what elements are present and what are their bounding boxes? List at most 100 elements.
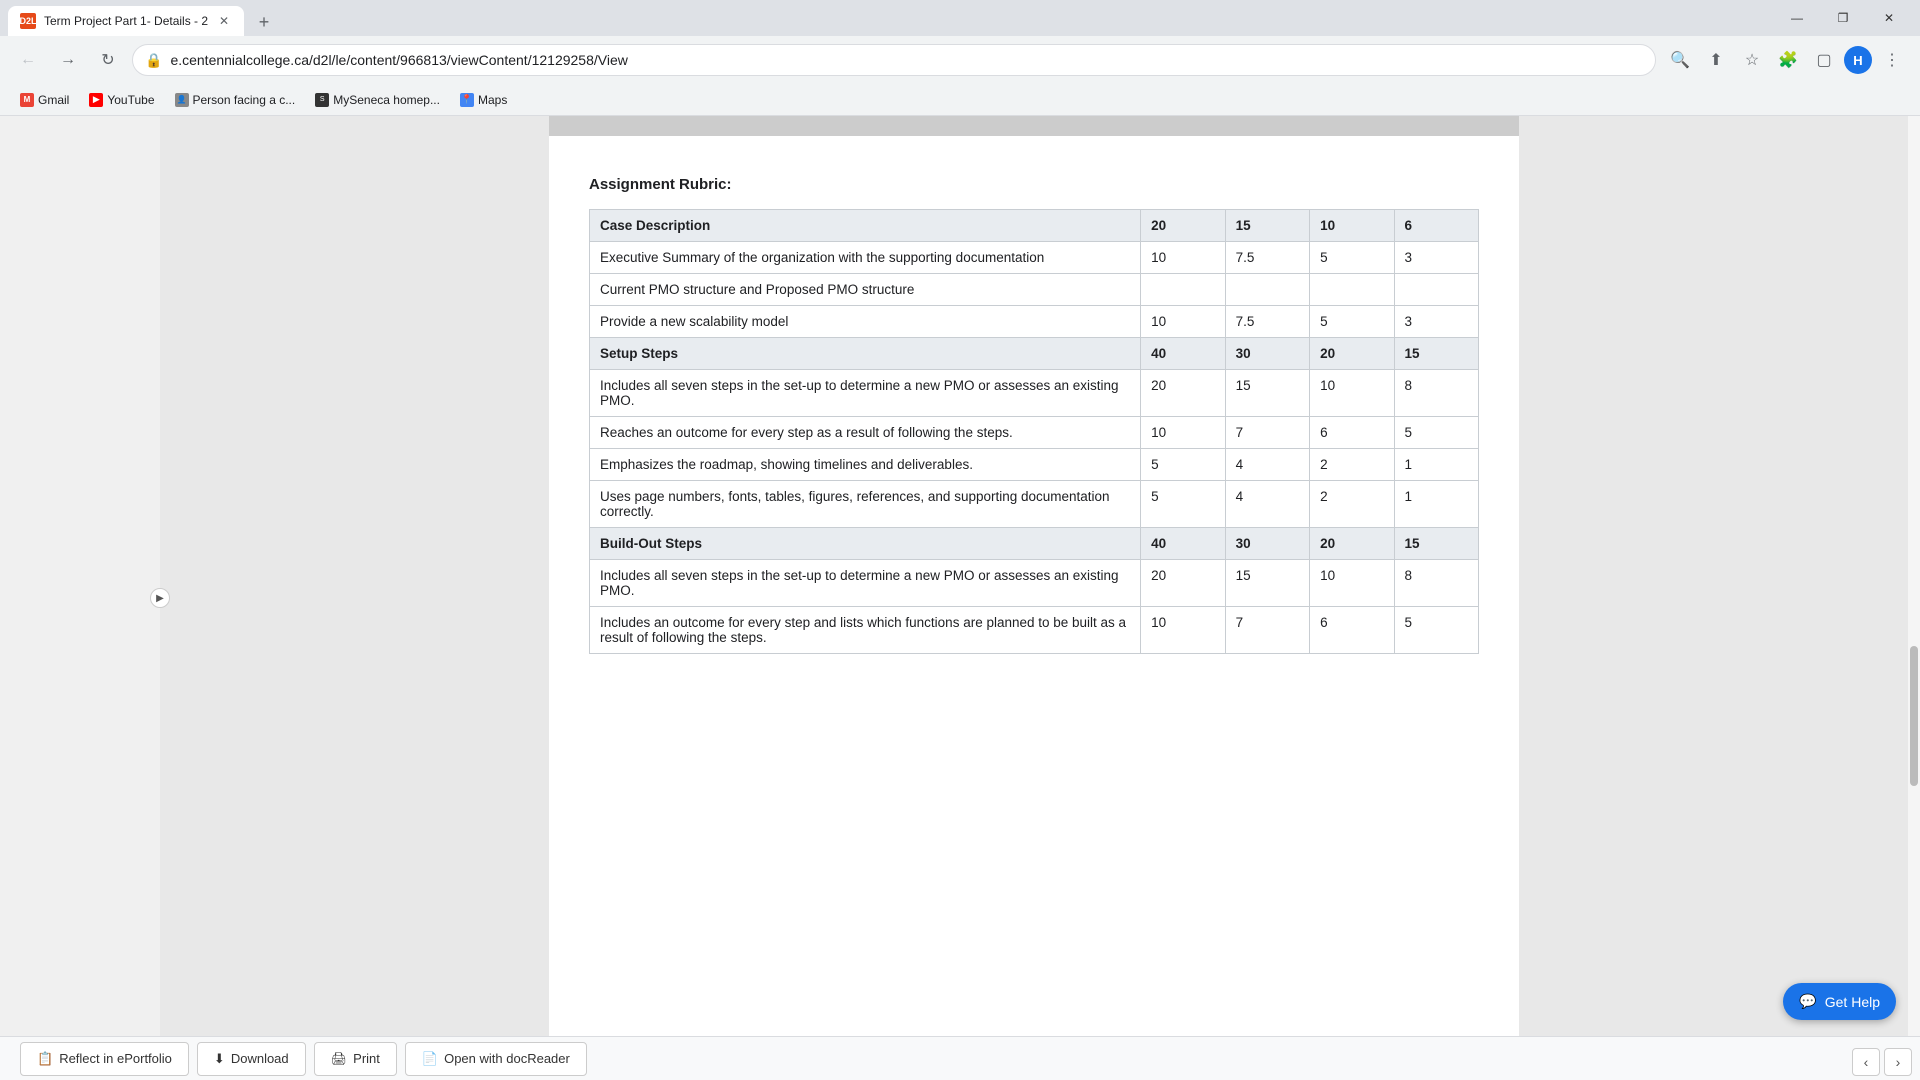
titlebar: D2L Term Project Part 1- Details - 2 ✕ +… bbox=[0, 0, 1920, 36]
table-cell-col3: 2 bbox=[1310, 449, 1394, 481]
get-help-label: Get Help bbox=[1825, 994, 1880, 1010]
bookmark-youtube-label: YouTube bbox=[107, 93, 154, 107]
new-tab-button[interactable]: + bbox=[250, 8, 278, 36]
reflect-icon: 📋 bbox=[37, 1051, 53, 1067]
share-icon[interactable]: ⬆ bbox=[1700, 44, 1732, 76]
table-row: Includes an outcome for every step and l… bbox=[590, 607, 1479, 654]
bookmark-youtube[interactable]: ▶ YouTube bbox=[81, 89, 162, 111]
print-icon: 🖨 bbox=[331, 1051, 348, 1067]
table-cell-col1: 40 bbox=[1141, 338, 1225, 370]
bookmark-myseneca[interactable]: S MySeneca homep... bbox=[307, 89, 448, 111]
tab-title: Term Project Part 1- Details - 2 bbox=[44, 14, 208, 28]
table-cell-category: Executive Summary of the organization wi… bbox=[590, 242, 1141, 274]
profile-button[interactable]: H bbox=[1844, 46, 1872, 74]
table-cell-category: Case Description bbox=[590, 210, 1141, 242]
reload-button[interactable]: ↻ bbox=[92, 44, 124, 76]
table-cell-col3: 10 bbox=[1310, 210, 1394, 242]
person-favicon: 👤 bbox=[175, 93, 189, 107]
table-cell-col3: 10 bbox=[1310, 560, 1394, 607]
page-scroll[interactable]: Assignment Rubric: Case Description20151… bbox=[160, 116, 1908, 1080]
open-docreader-button[interactable]: 📄 Open with docReader bbox=[405, 1042, 587, 1076]
url-display: e.centennialcollege.ca/d2l/le/content/96… bbox=[170, 52, 1643, 68]
scrollbar-area[interactable] bbox=[1908, 116, 1920, 1080]
table-cell-category: Provide a new scalability model bbox=[590, 306, 1141, 338]
get-help-button[interactable]: 💬 Get Help bbox=[1783, 983, 1896, 1020]
forward-button[interactable]: → bbox=[52, 44, 84, 76]
table-cell-col2: 30 bbox=[1225, 338, 1309, 370]
table-cell-col3: 5 bbox=[1310, 306, 1394, 338]
table-cell-category: Reaches an outcome for every step as a r… bbox=[590, 417, 1141, 449]
table-cell-col2: 7 bbox=[1225, 417, 1309, 449]
menu-icon[interactable]: ⋮ bbox=[1876, 44, 1908, 76]
table-row: Provide a new scalability model107.553 bbox=[590, 306, 1479, 338]
maps-favicon: 📍 bbox=[460, 93, 474, 107]
table-cell-col1: 5 bbox=[1141, 481, 1225, 528]
table-cell-col3: 10 bbox=[1310, 370, 1394, 417]
table-cell-col2: 15 bbox=[1225, 210, 1309, 242]
table-cell-col4: 15 bbox=[1394, 338, 1478, 370]
table-row: Executive Summary of the organization wi… bbox=[590, 242, 1479, 274]
top-nav-partial bbox=[549, 116, 1519, 136]
table-cell-col2: 7.5 bbox=[1225, 306, 1309, 338]
table-cell-col1: 10 bbox=[1141, 607, 1225, 654]
table-row: Current PMO structure and Proposed PMO s… bbox=[590, 274, 1479, 306]
table-row: Setup Steps40302015 bbox=[590, 338, 1479, 370]
address-bar[interactable]: 🔒 e.centennialcollege.ca/d2l/le/content/… bbox=[132, 44, 1656, 76]
docreader-label: Open with docReader bbox=[444, 1051, 570, 1066]
active-tab[interactable]: D2L Term Project Part 1- Details - 2 ✕ bbox=[8, 6, 244, 36]
bookmark-maps[interactable]: 📍 Maps bbox=[452, 89, 515, 111]
scrollbar-thumb[interactable] bbox=[1910, 646, 1918, 786]
minimize-button[interactable]: — bbox=[1774, 0, 1820, 36]
table-cell-col2: 7 bbox=[1225, 607, 1309, 654]
table-row: Build-Out Steps40302015 bbox=[590, 528, 1479, 560]
youtube-favicon: ▶ bbox=[89, 93, 103, 107]
split-screen-icon[interactable]: ▢ bbox=[1808, 44, 1840, 76]
docreader-icon: 📄 bbox=[422, 1051, 438, 1067]
table-cell-category: Includes all seven steps in the set-up t… bbox=[590, 370, 1141, 417]
table-cell-category: Current PMO structure and Proposed PMO s… bbox=[590, 274, 1141, 306]
close-button[interactable]: ✕ bbox=[1866, 0, 1912, 36]
extensions-icon[interactable]: 🧩 bbox=[1772, 44, 1804, 76]
tab-close-button[interactable]: ✕ bbox=[216, 13, 232, 29]
bookmark-person-label: Person facing a c... bbox=[193, 93, 296, 107]
table-row: Case Description2015106 bbox=[590, 210, 1479, 242]
table-cell-category: Uses page numbers, fonts, tables, figure… bbox=[590, 481, 1141, 528]
table-row: Uses page numbers, fonts, tables, figure… bbox=[590, 481, 1479, 528]
download-button[interactable]: ⬇ Download bbox=[197, 1042, 306, 1076]
table-cell-category: Build-Out Steps bbox=[590, 528, 1141, 560]
table-cell-col1: 10 bbox=[1141, 242, 1225, 274]
table-cell-col1: 40 bbox=[1141, 528, 1225, 560]
bottom-toolbar: 📋 Reflect in ePortfolio ⬇ Download 🖨 Pri… bbox=[0, 1036, 1920, 1080]
table-row: Includes all seven steps in the set-up t… bbox=[590, 370, 1479, 417]
back-button[interactable]: ← bbox=[12, 44, 44, 76]
bookmark-person[interactable]: 👤 Person facing a c... bbox=[167, 89, 304, 111]
bookmark-myseneca-label: MySeneca homep... bbox=[333, 93, 440, 107]
navigation-toolbar: ← → ↻ 🔒 e.centennialcollege.ca/d2l/le/co… bbox=[0, 36, 1920, 84]
table-row: Emphasizes the roadmap, showing timeline… bbox=[590, 449, 1479, 481]
rubric-table: Case Description2015106Executive Summary… bbox=[589, 209, 1479, 654]
prev-page-button[interactable]: ‹ bbox=[1852, 1048, 1880, 1076]
table-cell-col4: 1 bbox=[1394, 481, 1478, 528]
print-button[interactable]: 🖨 Print bbox=[314, 1042, 397, 1076]
table-cell-col3: 20 bbox=[1310, 528, 1394, 560]
myseneca-favicon: S bbox=[315, 93, 329, 107]
search-icon[interactable]: 🔍 bbox=[1664, 44, 1696, 76]
bookmark-gmail[interactable]: M Gmail bbox=[12, 89, 77, 111]
page-area: Assignment Rubric: Case Description20151… bbox=[160, 116, 1908, 1080]
bookmark-maps-label: Maps bbox=[478, 93, 507, 107]
download-icon: ⬇ bbox=[214, 1051, 225, 1067]
table-cell-col1: 10 bbox=[1141, 417, 1225, 449]
table-cell-col4: 3 bbox=[1394, 306, 1478, 338]
print-label: Print bbox=[353, 1051, 380, 1066]
table-cell-col4: 15 bbox=[1394, 528, 1478, 560]
table-row: Reaches an outcome for every step as a r… bbox=[590, 417, 1479, 449]
maximize-button[interactable]: ❐ bbox=[1820, 0, 1866, 36]
window-controls: — ❐ ✕ bbox=[1774, 0, 1912, 36]
table-cell-col1 bbox=[1141, 274, 1225, 306]
tab-area: D2L Term Project Part 1- Details - 2 ✕ + bbox=[8, 0, 278, 36]
sidebar-toggle-button[interactable]: ▶ bbox=[150, 588, 170, 608]
next-page-button[interactable]: › bbox=[1884, 1048, 1912, 1076]
bookmark-icon[interactable]: ☆ bbox=[1736, 44, 1768, 76]
table-cell-category: Includes all seven steps in the set-up t… bbox=[590, 560, 1141, 607]
reflect-eportfolio-button[interactable]: 📋 Reflect in ePortfolio bbox=[20, 1042, 189, 1076]
